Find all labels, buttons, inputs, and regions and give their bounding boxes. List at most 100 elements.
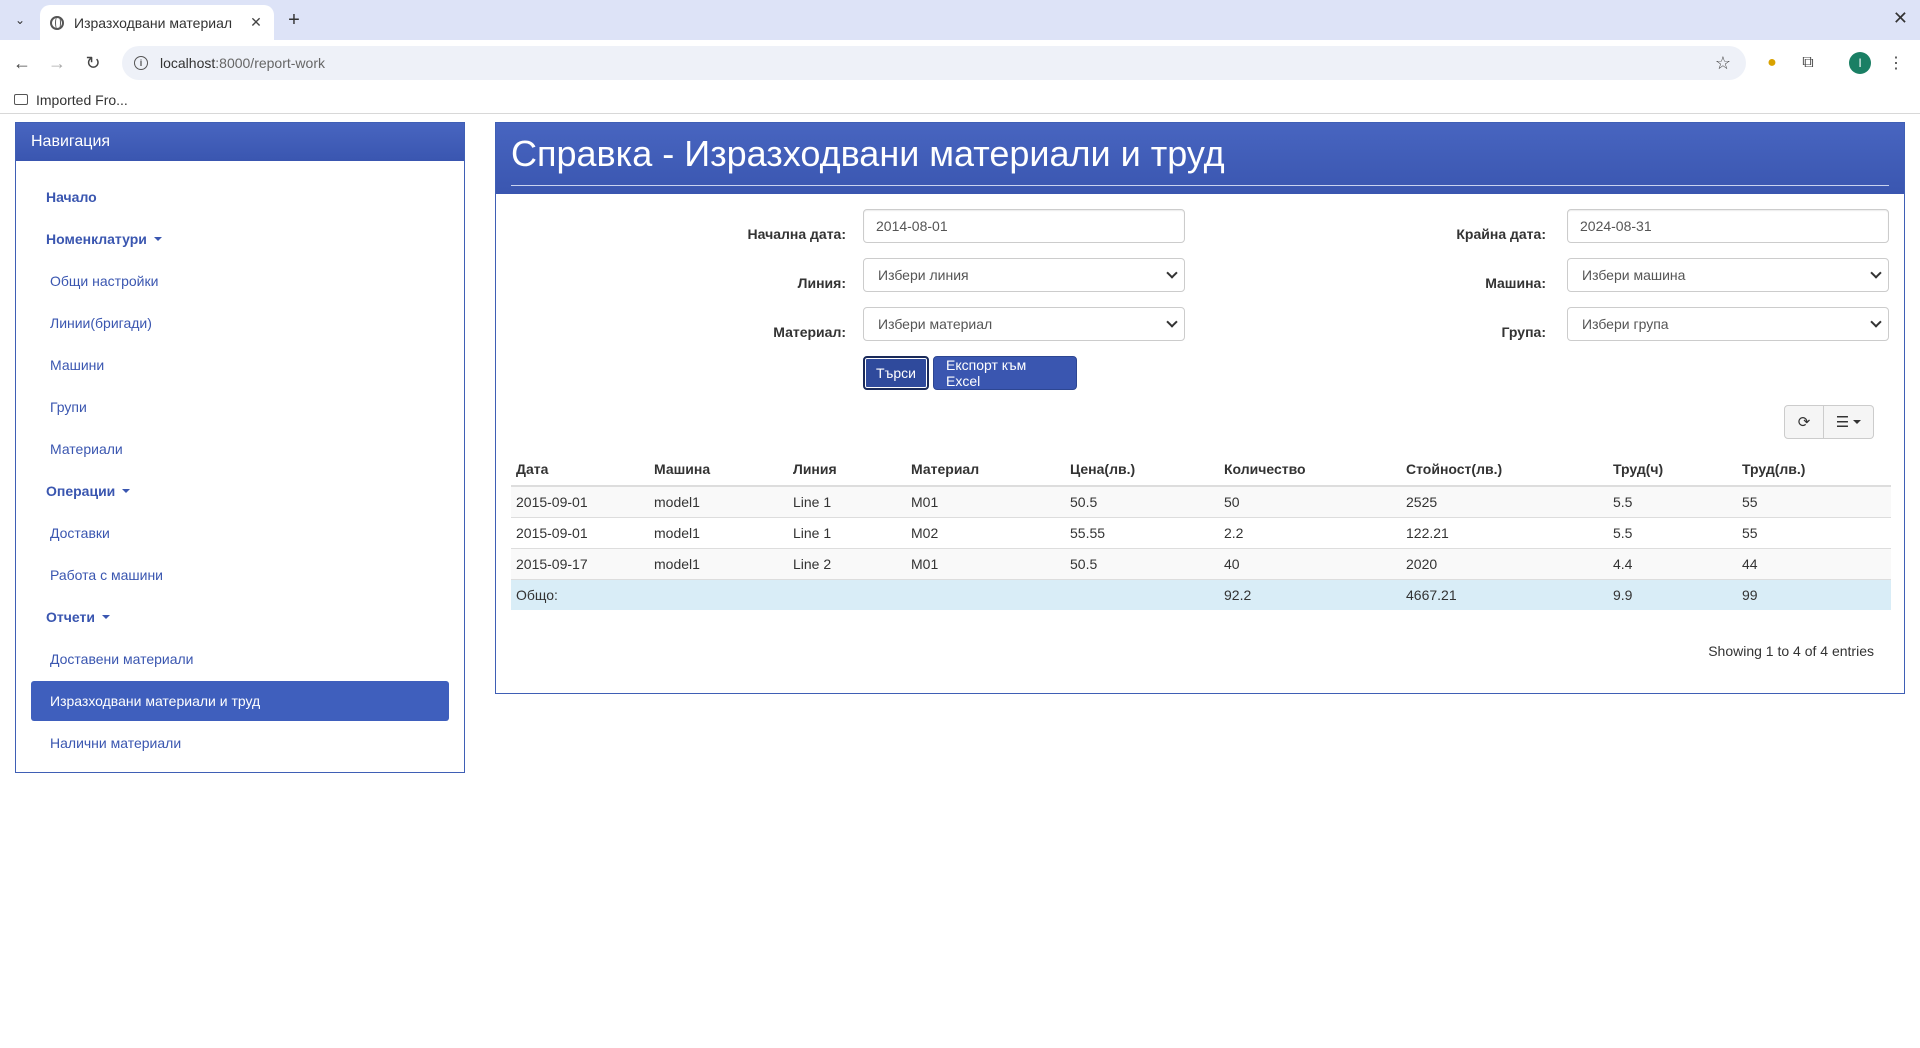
cell: 5.5 <box>1608 516 1737 548</box>
report-panel: Справка - Изразходвани материали и труд … <box>495 122 1905 694</box>
cell: M02 <box>906 516 1065 548</box>
machine-select[interactable]: Избери машина <box>1567 258 1889 292</box>
end-date-label: Крайна дата: <box>1456 226 1546 242</box>
cell: 2015-09-01 <box>511 516 649 548</box>
cell: Line 1 <box>788 516 906 548</box>
browser-toolbar: ← → ↻ i localhost:8000/report-work ☆ ● ⧉… <box>0 40 1920 86</box>
cell: 55 <box>1737 516 1891 548</box>
profile-avatar[interactable]: I <box>1849 52 1871 74</box>
cell: 4.4 <box>1608 547 1737 579</box>
window-close-icon[interactable]: ✕ <box>1893 8 1908 29</box>
chevron-down-icon <box>1166 316 1178 328</box>
forward-arrow-icon[interactable]: → <box>43 49 71 77</box>
start-date-label: Начална дата: <box>747 226 846 242</box>
col-price[interactable]: Цена(лв.) <box>1065 453 1219 487</box>
tab-close-icon[interactable]: ✕ <box>248 14 264 31</box>
cell <box>788 578 906 610</box>
url-text: localhost:8000/report-work <box>160 55 325 71</box>
address-bar[interactable]: i localhost:8000/report-work ☆ <box>122 46 1746 80</box>
table-row[interactable]: 2015-09-01 model1 Line 1 M01 50.5 50 252… <box>511 485 1891 517</box>
extensions-puzzle-icon[interactable]: ⧉ <box>1797 52 1819 74</box>
total-quantity: 92.2 <box>1219 578 1401 610</box>
sidebar-panel: Навигация Начало Номенклатури Общи настр… <box>15 122 465 773</box>
total-value: 4667.21 <box>1401 578 1608 610</box>
bookmark-star-icon[interactable]: ☆ <box>1708 53 1738 74</box>
cell: 50 <box>1219 485 1401 517</box>
sidebar-item-lines[interactable]: Линии(бригади) <box>31 302 449 344</box>
entries-info: Showing 1 to 4 of 4 entries <box>1708 643 1874 659</box>
col-machine[interactable]: Машина <box>649 453 788 487</box>
tab-search-chevron-icon[interactable]: ⌄ <box>8 8 32 32</box>
cell: 2020 <box>1401 547 1608 579</box>
end-date-input[interactable]: 2024-08-31 <box>1567 209 1889 243</box>
table-row[interactable]: 2015-09-17 model1 Line 2 M01 50.5 40 202… <box>511 547 1891 579</box>
caret-down-icon <box>153 237 162 241</box>
sidebar-item-materials[interactable]: Материали <box>31 428 449 470</box>
new-tab-plus-icon[interactable]: + <box>282 8 306 32</box>
sidebar-item-available-materials[interactable]: Налични материали <box>31 722 449 764</box>
cell: 44 <box>1737 547 1891 579</box>
sidebar-item-nomenclatures[interactable]: Номенклатури <box>31 218 449 260</box>
sidebar-item-home[interactable]: Начало <box>31 176 449 218</box>
cell <box>1065 578 1219 610</box>
cell: 50.5 <box>1065 485 1219 517</box>
cell: M01 <box>906 485 1065 517</box>
line-select[interactable]: Избери линия <box>863 258 1185 292</box>
cell <box>649 578 788 610</box>
group-label: Група: <box>1501 324 1546 340</box>
col-labor-hours[interactable]: Труд(ч) <box>1608 453 1737 487</box>
cell: 55 <box>1737 485 1891 517</box>
sidebar-item-groups[interactable]: Групи <box>31 386 449 428</box>
sidebar-item-machines[interactable]: Машини <box>31 344 449 386</box>
cell: 2.2 <box>1219 516 1401 548</box>
material-select[interactable]: Избери материал <box>863 307 1185 341</box>
browser-menu-icon[interactable]: ⋮ <box>1885 52 1907 74</box>
browser-tabstrip: ⌄ Изразходвани материал ✕ + ✕ <box>0 0 1920 40</box>
cell: 2015-09-01 <box>511 485 649 517</box>
cell: 5.5 <box>1608 485 1737 517</box>
col-material[interactable]: Материал <box>906 453 1065 487</box>
sidebar-item-operations[interactable]: Операции <box>31 470 449 512</box>
bookmarks-bar: Imported Fro... <box>0 86 1920 114</box>
cell: 122.21 <box>1401 516 1608 548</box>
col-quantity[interactable]: Количество <box>1219 453 1401 487</box>
machine-label: Машина: <box>1485 275 1546 291</box>
report-table: Дата Машина Линия Материал Цена(лв.) Кол… <box>511 453 1891 610</box>
caret-down-icon <box>101 615 110 619</box>
col-date[interactable]: Дата <box>511 453 649 487</box>
columns-list-icon[interactable]: ☰ <box>1824 405 1874 439</box>
bookmark-imported[interactable]: Imported Fro... <box>36 92 128 108</box>
sidebar-nav: Начало Номенклатури Общи настройки Линии… <box>16 161 464 764</box>
sidebar-item-deliveries[interactable]: Доставки <box>31 512 449 554</box>
reload-icon[interactable]: ↻ <box>79 49 107 77</box>
extension-cookie-icon[interactable]: ● <box>1761 52 1783 74</box>
total-row: Общо: 92.2 4667.21 9.9 99 <box>511 578 1891 610</box>
chevron-down-icon <box>1166 267 1178 279</box>
cell: Line 2 <box>788 547 906 579</box>
cell: Line 1 <box>788 485 906 517</box>
line-label: Линия: <box>797 275 846 291</box>
sidebar-item-reports[interactable]: Отчети <box>31 596 449 638</box>
sidebar-item-delivered-materials[interactable]: Доставени материали <box>31 638 449 680</box>
sidebar-item-consumed-materials[interactable]: Изразходвани материали и труд <box>31 681 449 721</box>
table-row[interactable]: 2015-09-01 model1 Line 1 M02 55.55 2.2 1… <box>511 516 1891 548</box>
cell: model1 <box>649 516 788 548</box>
col-labor-cost[interactable]: Труд(лв.) <box>1737 453 1891 487</box>
refresh-icon[interactable]: ⟳ <box>1784 405 1824 439</box>
cell: 2015-09-17 <box>511 547 649 579</box>
chevron-down-icon <box>1870 267 1882 279</box>
browser-tab[interactable]: Изразходвани материал ✕ <box>40 5 274 40</box>
cell: 40 <box>1219 547 1401 579</box>
col-value[interactable]: Стойност(лв.) <box>1401 453 1608 487</box>
table-header-row: Дата Машина Линия Материал Цена(лв.) Кол… <box>511 453 1891 487</box>
back-arrow-icon[interactable]: ← <box>8 49 36 77</box>
export-excel-button[interactable]: Експорт към Excel <box>933 356 1077 390</box>
sidebar-item-machine-work[interactable]: Работа с машини <box>31 554 449 596</box>
col-line[interactable]: Линия <box>788 453 906 487</box>
sidebar-item-general-settings[interactable]: Общи настройки <box>31 260 449 302</box>
site-info-icon[interactable]: i <box>134 56 148 70</box>
page-title: Справка - Изразходвани материали и труд <box>511 133 1889 186</box>
start-date-input[interactable]: 2014-08-01 <box>863 209 1185 243</box>
search-button[interactable]: Търси <box>863 356 929 390</box>
group-select[interactable]: Избери група <box>1567 307 1889 341</box>
